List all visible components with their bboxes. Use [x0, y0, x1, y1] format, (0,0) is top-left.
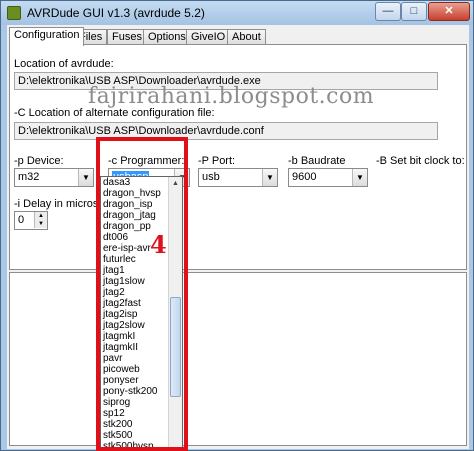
chevron-down-icon[interactable]: ▼	[262, 169, 277, 186]
minimize-button[interactable]: —	[375, 2, 401, 21]
delay-label: -i Delay in microseconds	[14, 198, 106, 210]
bitclock-label: -B Set bit clock to:	[376, 155, 465, 167]
chevron-down-icon[interactable]: ▼	[352, 169, 367, 186]
output-console[interactable]	[9, 272, 467, 446]
chevron-down-icon[interactable]: ▼	[78, 169, 93, 186]
baudrate-select[interactable]: 9600 ▼	[288, 168, 368, 187]
tab-fuses[interactable]: Fuses	[107, 29, 147, 45]
close-button[interactable]: ✕	[428, 2, 470, 21]
avrdude-location-label: Location of avrdude:	[14, 58, 114, 70]
maximize-button[interactable]: □	[401, 2, 427, 21]
window-title: AVRDude GUI v1.3 (avrdude 5.2)	[27, 6, 205, 20]
configuration-panel: Location of avrdude: D:\elektronika\USB …	[9, 44, 467, 270]
device-value: m32	[18, 171, 40, 183]
app-window: AVRDude GUI v1.3 (avrdude 5.2) — □ ✕ Con…	[0, 0, 474, 451]
tab-giveio[interactable]: GiveIO	[186, 29, 231, 45]
device-select[interactable]: m32 ▼	[14, 168, 94, 187]
highlight-box	[96, 137, 188, 451]
tab-options[interactable]: Options	[143, 29, 191, 45]
conf-location-field[interactable]: D:\elektronika\USB ASP\Downloader\avrdud…	[14, 122, 438, 140]
title-bar[interactable]: AVRDude GUI v1.3 (avrdude 5.2) — □ ✕	[1, 1, 473, 25]
arrow-down-icon[interactable]: ▼	[34, 220, 47, 228]
arrow-up-icon[interactable]: ▲	[34, 212, 47, 220]
delay-value: 0	[18, 214, 25, 226]
tab-configuration[interactable]: Configuration	[9, 27, 85, 46]
device-label: -p Device:	[14, 155, 64, 167]
port-value: usb	[202, 171, 220, 183]
baudrate-label: -b Baudrate	[288, 155, 346, 167]
port-label: -P Port:	[198, 155, 236, 167]
tab-about[interactable]: About	[227, 29, 266, 45]
port-select[interactable]: usb ▼	[198, 168, 278, 187]
baudrate-value: 9600	[292, 171, 317, 183]
watermark: fajrirahani.blogspot.com	[88, 84, 375, 109]
step-number: 4	[150, 230, 167, 259]
delay-stepper[interactable]: 0 ▲ ▼	[14, 211, 48, 230]
app-icon	[7, 6, 21, 20]
